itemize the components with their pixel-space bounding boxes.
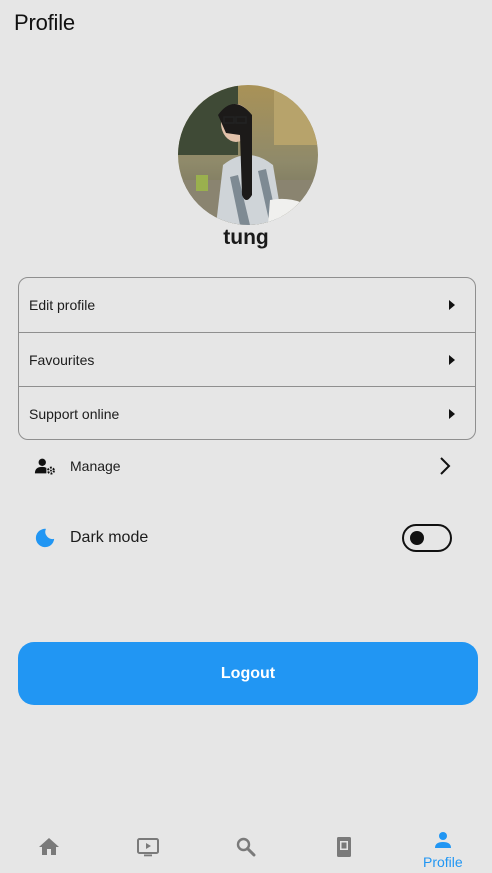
dark-mode-label: Dark mode bbox=[70, 529, 149, 546]
menu-item-label: Support online bbox=[29, 405, 120, 422]
menu-item-support-online[interactable]: Support online bbox=[19, 386, 475, 439]
manage-label: Manage bbox=[70, 458, 121, 474]
moon-icon bbox=[35, 528, 55, 548]
video-icon bbox=[136, 838, 159, 857]
page-title: Profile bbox=[14, 10, 75, 35]
menu-item-favourites[interactable]: Favourites bbox=[19, 332, 475, 386]
nav-item-search[interactable] bbox=[197, 821, 295, 873]
person-icon bbox=[434, 832, 451, 848]
home-icon bbox=[39, 838, 60, 855]
manage-accounts-icon bbox=[34, 458, 55, 475]
dark-mode-toggle[interactable] bbox=[402, 524, 452, 552]
logout-button[interactable]: Logout bbox=[18, 642, 478, 705]
dark-mode-row: Dark mode bbox=[34, 522, 452, 554]
caret-right-icon bbox=[449, 300, 455, 310]
menu-item-label: Favourites bbox=[29, 351, 95, 368]
nav-item-book[interactable] bbox=[295, 821, 393, 873]
username: tung bbox=[223, 226, 269, 249]
bottom-navigation: Profile bbox=[0, 821, 492, 873]
book-icon bbox=[337, 837, 352, 857]
menu-item-edit-profile[interactable]: Edit profile bbox=[19, 278, 475, 332]
manage-row[interactable]: Manage bbox=[34, 452, 452, 480]
menu-item-label: Edit profile bbox=[29, 297, 96, 313]
search-icon bbox=[236, 837, 256, 857]
nav-item-home[interactable] bbox=[0, 821, 98, 873]
toggle-knob bbox=[410, 531, 424, 545]
caret-right-icon bbox=[449, 408, 455, 419]
nav-item-profile[interactable]: Profile bbox=[394, 821, 492, 873]
profile-menu: Edit profile Favourites Support online bbox=[18, 277, 476, 440]
caret-right-icon bbox=[449, 354, 455, 365]
nav-item-video[interactable] bbox=[98, 821, 196, 873]
nav-label-profile: Profile bbox=[422, 854, 463, 870]
avatar[interactable] bbox=[178, 85, 318, 225]
chevron-right-icon bbox=[440, 457, 451, 475]
